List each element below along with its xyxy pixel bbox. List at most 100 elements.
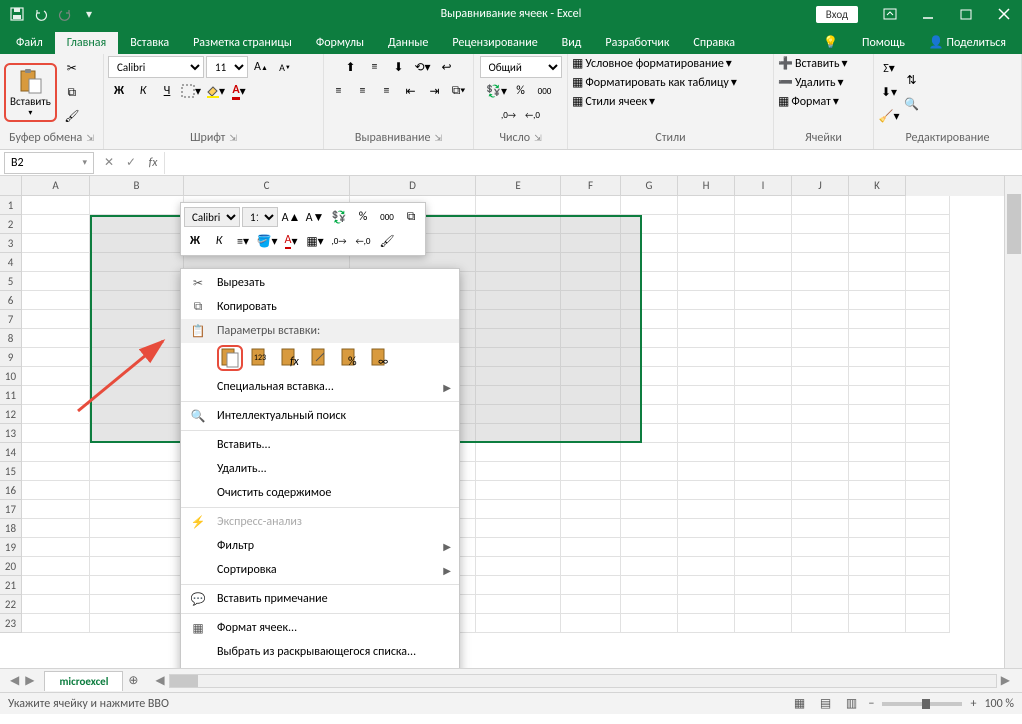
mini-bold-button[interactable]: Ж [184, 230, 206, 252]
paste-button[interactable]: Вставить ▾ [4, 63, 57, 122]
format-cells-button[interactable]: ▦Формат▾ [778, 94, 839, 109]
row-header[interactable]: 8 [0, 329, 22, 348]
merge-icon[interactable]: ⧉▾ [448, 80, 470, 102]
tab-data[interactable]: Данные [376, 32, 440, 54]
add-sheet-icon[interactable]: ⊕ [123, 673, 143, 688]
mini-shrink-font-icon[interactable]: A▼ [304, 206, 326, 228]
zoom-level[interactable]: 100 % [984, 697, 1014, 711]
ctx-pick-from-list[interactable]: Выбрать из раскрывающегося списка... [181, 640, 459, 664]
cell-styles-button[interactable]: ▦Стили ячеек▾ [572, 94, 655, 109]
col-header[interactable]: E [476, 176, 561, 196]
tab-help[interactable]: Справка [681, 32, 747, 54]
bold-button[interactable]: Ж [108, 80, 130, 102]
format-painter-icon[interactable]: 🖌 [61, 106, 83, 128]
save-icon[interactable] [8, 5, 26, 23]
row-header[interactable]: 22 [0, 595, 22, 614]
mini-font-color-icon[interactable]: А▾ [280, 230, 302, 252]
tab-developer[interactable]: Разработчик [593, 32, 681, 54]
increase-font-icon[interactable]: A▲ [250, 56, 272, 78]
number-format-select[interactable]: Общий [480, 56, 562, 78]
zoom-slider[interactable] [882, 702, 962, 706]
sheet-nav-prev-icon[interactable]: ◀ [10, 673, 19, 688]
tab-file[interactable]: Файл [4, 32, 55, 54]
ctx-smart-lookup[interactable]: 🔍Интеллектуальный поиск [181, 404, 459, 428]
mini-dec-decimal-icon[interactable]: ←,0 [352, 230, 374, 252]
paste-option-default[interactable] [217, 345, 243, 371]
fill-icon[interactable]: ⬇▾ [878, 82, 900, 104]
undo-icon[interactable] [32, 5, 50, 23]
row-header[interactable]: 18 [0, 519, 22, 538]
orientation-icon[interactable]: ⟲▾ [412, 56, 434, 78]
row-header[interactable]: 15 [0, 462, 22, 481]
delete-cells-button[interactable]: ➖Удалить▾ [778, 75, 844, 90]
col-header[interactable]: B [90, 176, 184, 196]
ctx-copy[interactable]: ⧉Копировать [181, 295, 459, 319]
mini-borders-icon[interactable]: ▦▾ [304, 230, 326, 252]
col-header[interactable]: A [22, 176, 90, 196]
font-launcher[interactable]: ⇲ [229, 133, 237, 144]
col-header[interactable]: H [678, 176, 735, 196]
format-as-table-button[interactable]: ▦Форматировать как таблицу▾ [572, 75, 737, 90]
paste-option-values[interactable]: 123 [247, 345, 273, 371]
mini-align-icon[interactable]: ≡▾ [232, 230, 254, 252]
borders-icon[interactable]: ▾ [180, 80, 202, 102]
align-right-icon[interactable]: ≡ [376, 80, 398, 102]
conditional-formatting-button[interactable]: ▦Условное форматирование▾ [572, 56, 732, 71]
underline-button[interactable]: Ч [156, 80, 178, 102]
minimize-button[interactable] [910, 0, 946, 28]
sheet-nav-next-icon[interactable]: ▶ [25, 673, 34, 688]
align-launcher[interactable]: ⇲ [435, 133, 443, 144]
col-header[interactable]: G [621, 176, 678, 196]
insert-cells-button[interactable]: ➕Вставить▾ [778, 56, 848, 71]
mini-comma-icon[interactable]: 000 [376, 206, 398, 228]
decrease-font-icon[interactable]: A▼ [274, 56, 296, 78]
mini-italic-button[interactable]: К [208, 230, 230, 252]
row-header[interactable]: 20 [0, 557, 22, 576]
ctx-insert-comment[interactable]: 💬Вставить примечание [181, 587, 459, 611]
cells[interactable] [22, 196, 1004, 668]
row-header[interactable]: 2 [0, 215, 22, 234]
redo-icon[interactable] [56, 5, 74, 23]
cut-icon[interactable]: ✂ [61, 58, 83, 80]
increase-indent-icon[interactable]: ⇥ [424, 80, 446, 102]
row-header[interactable]: 13 [0, 424, 22, 443]
mini-size-select[interactable]: 11 [242, 207, 278, 227]
select-all-corner[interactable] [0, 176, 22, 196]
paste-option-formatting[interactable]: % [337, 345, 363, 371]
decrease-decimal-icon[interactable]: ←,0 [522, 104, 544, 126]
zoom-in-icon[interactable]: + [970, 697, 976, 711]
mini-percent-icon[interactable]: % [352, 206, 374, 228]
row-header[interactable]: 23 [0, 614, 22, 633]
horizontal-scrollbar[interactable]: ◀ ▶ [151, 674, 1014, 688]
tell-me-icon[interactable]: 💡 [811, 31, 850, 54]
align-middle-icon[interactable]: ≡ [364, 56, 386, 78]
cancel-formula-icon[interactable]: ✕ [98, 152, 120, 174]
row-header[interactable]: 1 [0, 196, 22, 215]
col-header[interactable]: C [184, 176, 350, 196]
sheet-tab[interactable]: microexcel [44, 671, 123, 691]
align-center-icon[interactable]: ≡ [352, 80, 374, 102]
row-header[interactable]: 19 [0, 538, 22, 557]
name-box[interactable]: B2▾ [4, 152, 94, 174]
align-left-icon[interactable]: ≡ [328, 80, 350, 102]
tab-formulas[interactable]: Формулы [304, 32, 376, 54]
ctx-paste-special[interactable]: Специальная вставка...▶ [181, 375, 459, 399]
font-size-select[interactable]: 11 [206, 56, 248, 78]
maximize-button[interactable] [948, 0, 984, 28]
col-header[interactable]: K [849, 176, 906, 196]
comma-icon[interactable]: 000 [534, 80, 556, 102]
mini-inc-decimal-icon[interactable]: ,0→ [328, 230, 350, 252]
decrease-indent-icon[interactable]: ⇤ [400, 80, 422, 102]
qat-dropdown-icon[interactable]: ▾ [80, 5, 98, 23]
number-launcher[interactable]: ⇲ [534, 133, 542, 144]
row-header[interactable]: 7 [0, 310, 22, 329]
mini-grow-font-icon[interactable]: A▲ [280, 206, 302, 228]
col-header[interactable]: J [792, 176, 849, 196]
ctx-cut[interactable]: ✂Вырезать [181, 271, 459, 295]
increase-decimal-icon[interactable]: ,0→ [498, 104, 520, 126]
tab-view[interactable]: Вид [550, 32, 594, 54]
col-header[interactable]: F [561, 176, 621, 196]
fx-icon[interactable]: fx [142, 152, 164, 174]
italic-button[interactable]: К [132, 80, 154, 102]
ctx-filter[interactable]: Фильтр▶ [181, 534, 459, 558]
